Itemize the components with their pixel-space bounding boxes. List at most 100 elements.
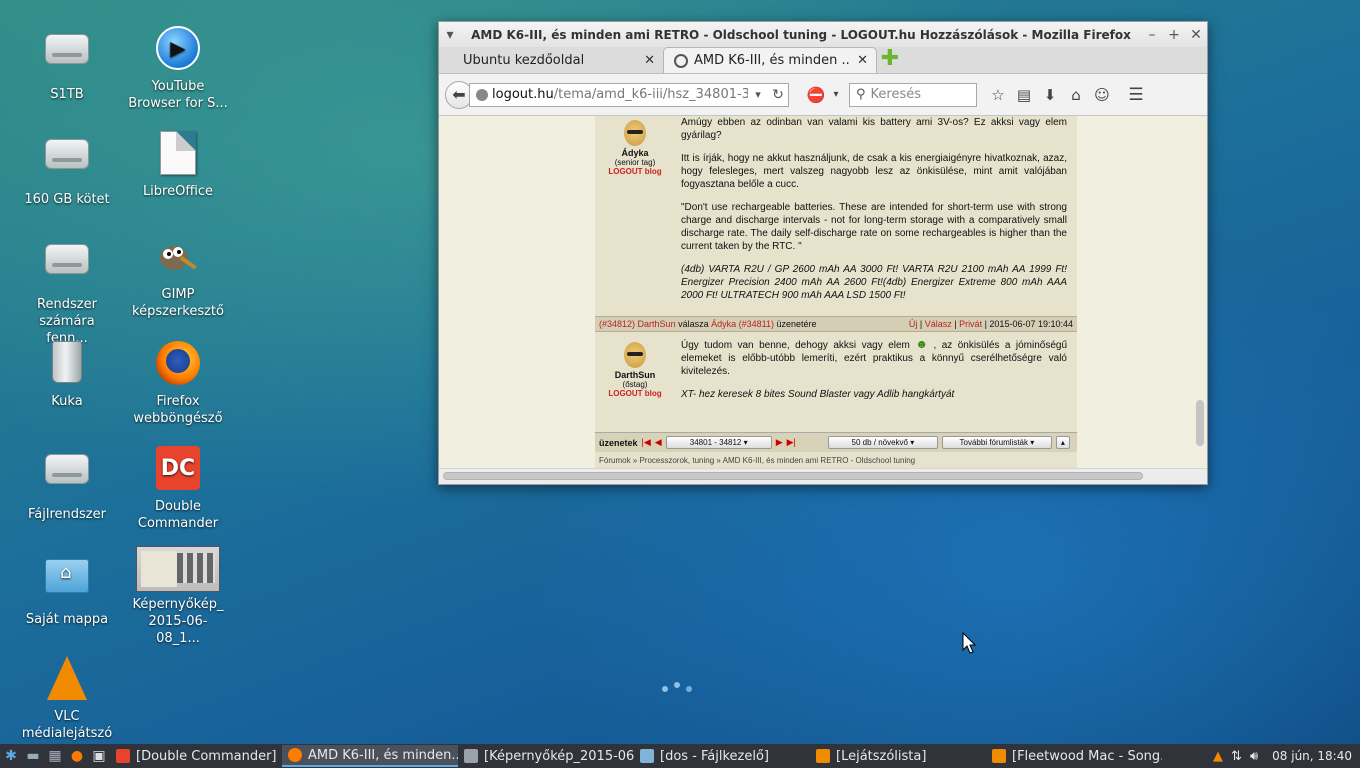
first-page-icon[interactable]: |◀ [642,437,651,448]
url-dropdown-icon[interactable]: ▾ [748,88,768,101]
message-date: 2015-06-07 19:10:44 [989,319,1073,329]
next-page-icon[interactable]: ▶ [776,437,783,448]
desktop-icon-160gb[interactable]: 160 GB kötet [17,129,117,208]
reply-to-id-link[interactable]: (#34811) [739,319,774,329]
prev-page-icon[interactable]: ◀ [655,437,662,448]
desktop-icon-label: YouTube Browser for S... [128,79,228,111]
loading-icon [674,53,688,68]
firefox-icon [154,341,202,389]
message-header: (#34812) DarthSun válasza Ádyka (#34811)… [595,316,1077,332]
addon-dropdown-icon[interactable]: ▾ [829,89,843,100]
more-forums-select[interactable]: További fórumlisták ▾ [941,436,1052,449]
message-id-link[interactable]: (#34812) [599,319,635,329]
download-icon[interactable]: ⬇ [1037,86,1063,104]
taskbar-task-playlist[interactable]: [Lejátszólista] [810,745,986,767]
tab-close-icon[interactable]: ✕ [851,53,868,68]
clock[interactable]: 08 jún, 18:40 [1272,749,1352,763]
desktop-icon-s1tb[interactable]: S1TB [17,24,117,103]
desktop-icon-label: S1TB [50,87,84,102]
minimize-icon[interactable]: – [1141,27,1163,43]
post-paragraph: Itt is írják, hogy ne akkut használjunk,… [681,153,1067,190]
screenshot-thumbnail [136,546,220,592]
desktop-icon-vlc[interactable]: VLC médialejátszó [17,654,117,742]
terminal-launcher-icon[interactable]: ▣ [88,745,110,767]
taskbar-task-firefox[interactable]: AMD K6-III, és minden... [282,745,458,767]
taskbar: ✱ ▬ ▦ ● ▣ [Double Commander] AMD K6-III,… [0,744,1360,768]
taskbar-task-screenshot[interactable]: [Képernyőkép_2015-06... [458,745,634,767]
taskbar-task-double-commander[interactable]: [Double Commander] [110,745,282,767]
author-name[interactable]: Ádyka [595,148,675,158]
addon-blocked-icon[interactable]: ⛔ [803,86,829,104]
taskbar-task-vlc-player[interactable]: [Fleetwood Mac - Song... [986,745,1162,767]
message-author-link[interactable]: DarthSun [638,319,676,329]
reload-icon[interactable]: ↻ [768,87,788,103]
horizontal-scrollbar[interactable] [439,468,1207,484]
post-signature: XT- hez keresek 8 bites Sound Blaster va… [681,389,955,400]
window-titlebar[interactable]: ▾ AMD K6-III, és minden ami RETRO - Olds… [439,22,1207,47]
last-page-icon[interactable]: ▶| [787,437,796,448]
firefox-launcher-icon[interactable]: ● [66,745,88,767]
network-icon[interactable]: ⇅ [1231,749,1242,764]
vlc-icon [992,749,1006,763]
breadcrumb[interactable]: Fórumok » Processzorok, tuning » AMD K6-… [599,456,915,465]
drive-icon [43,34,91,82]
system-tray: ▲ ⇅ 🔊︎ 08 jún, 18:40 [1213,749,1360,764]
reading-list-icon[interactable]: ▤ [1011,86,1037,104]
desktop-icon-trash[interactable]: Kuka [17,339,117,410]
window-menu-icon[interactable]: ▾ [439,27,461,43]
desktop-icon-home-folder[interactable]: Saját mappa [17,549,117,628]
firefox-icon [288,748,302,762]
double-commander-icon [116,749,130,763]
url-host: logout.hu [492,87,554,102]
author-blog-link[interactable]: LOGOUT blog [595,389,675,398]
desktop-icon-libreoffice[interactable]: LibreOffice [128,129,228,200]
reply-to-link[interactable]: Ádyka [711,319,736,329]
post-body: Úgy tudom van benne, dehogy akksi vagy e… [675,338,1077,415]
url-bar[interactable]: logout.hu/tema/amd_k6-iii/hsz_34801-3485… [469,82,789,107]
desktop-icon-gimp[interactable]: GIMP képszerkesztő [128,234,228,320]
volume-icon[interactable]: 🔊︎ [1250,749,1258,764]
desktop-icon-double-commander[interactable]: DC Double Commander [128,444,228,532]
search-icon: ⚲ [856,87,866,102]
desktop-icon-label: VLC médialejátszó [21,709,113,741]
chat-icon[interactable]: ☺ [1089,86,1115,104]
forum-post: Ádyka (senior tag) LOGOUT blog Amúgy ebb… [595,116,1077,316]
desktop-icon-firefox[interactable]: Firefox webböngésző [128,339,228,427]
private-link[interactable]: Privát [959,319,982,329]
drive-icon [43,139,91,187]
reply-link[interactable]: Válasz [925,319,952,329]
show-desktop-icon[interactable]: ▬ [22,745,44,767]
bookmark-star-icon[interactable]: ☆ [985,86,1011,104]
tab-ubuntu-home[interactable]: Ubuntu kezdőoldal ✕ [443,47,663,73]
home-icon[interactable]: ⌂ [1063,86,1089,104]
desktop-icon-label: Kuka [51,394,83,409]
scroll-top-button[interactable]: ▴ [1055,436,1070,449]
hamburger-menu-icon[interactable]: ☰ [1123,85,1149,105]
per-page-select[interactable]: 50 db / növekvő ▾ [827,436,938,449]
tab-logout-forum[interactable]: AMD K6-III, és minden ... ✕ [663,47,877,73]
close-icon[interactable]: ✕ [1185,27,1207,43]
desktop-icon-system-reserved[interactable]: Rendszer számára fenn... [17,234,117,347]
taskbar-task-file-manager[interactable]: [dos - Fájlkezelő] [634,745,810,767]
vertical-scrollbar[interactable] [1195,116,1205,468]
search-input[interactable]: ⚲ Keresés [849,82,977,107]
vlc-icon [816,749,830,763]
file-manager-launcher-icon[interactable]: ▦ [44,745,66,767]
maximize-icon[interactable]: + [1163,27,1185,43]
author-name[interactable]: DarthSun [595,370,675,380]
tab-close-icon[interactable]: ✕ [638,53,655,68]
task-label: [dos - Fájlkezelő] [660,748,770,764]
trash-icon [43,341,91,389]
site-info-icon[interactable] [476,88,488,101]
new-tab-button[interactable]: ✚ [877,47,903,73]
desktop-icon-youtube-browser[interactable]: ▶ YouTube Browser for S... [128,24,228,112]
page-range-select[interactable]: 34801 - 34812 ▾ [665,436,772,449]
firefox-window: ▾ AMD K6-III, és minden ami RETRO - Olds… [438,21,1208,485]
desktop-icon-screenshot[interactable]: Képernyőkép_ 2015-06-08_1... [128,546,228,647]
desktop-icon-filesystem[interactable]: Fájlrendszer [17,444,117,523]
vlc-tray-icon[interactable]: ▲ [1213,749,1223,764]
gimp-icon [154,234,202,282]
new-link[interactable]: Új [909,319,918,329]
author-blog-link[interactable]: LOGOUT blog [595,167,675,176]
whisker-menu-icon[interactable]: ✱ [0,745,22,767]
